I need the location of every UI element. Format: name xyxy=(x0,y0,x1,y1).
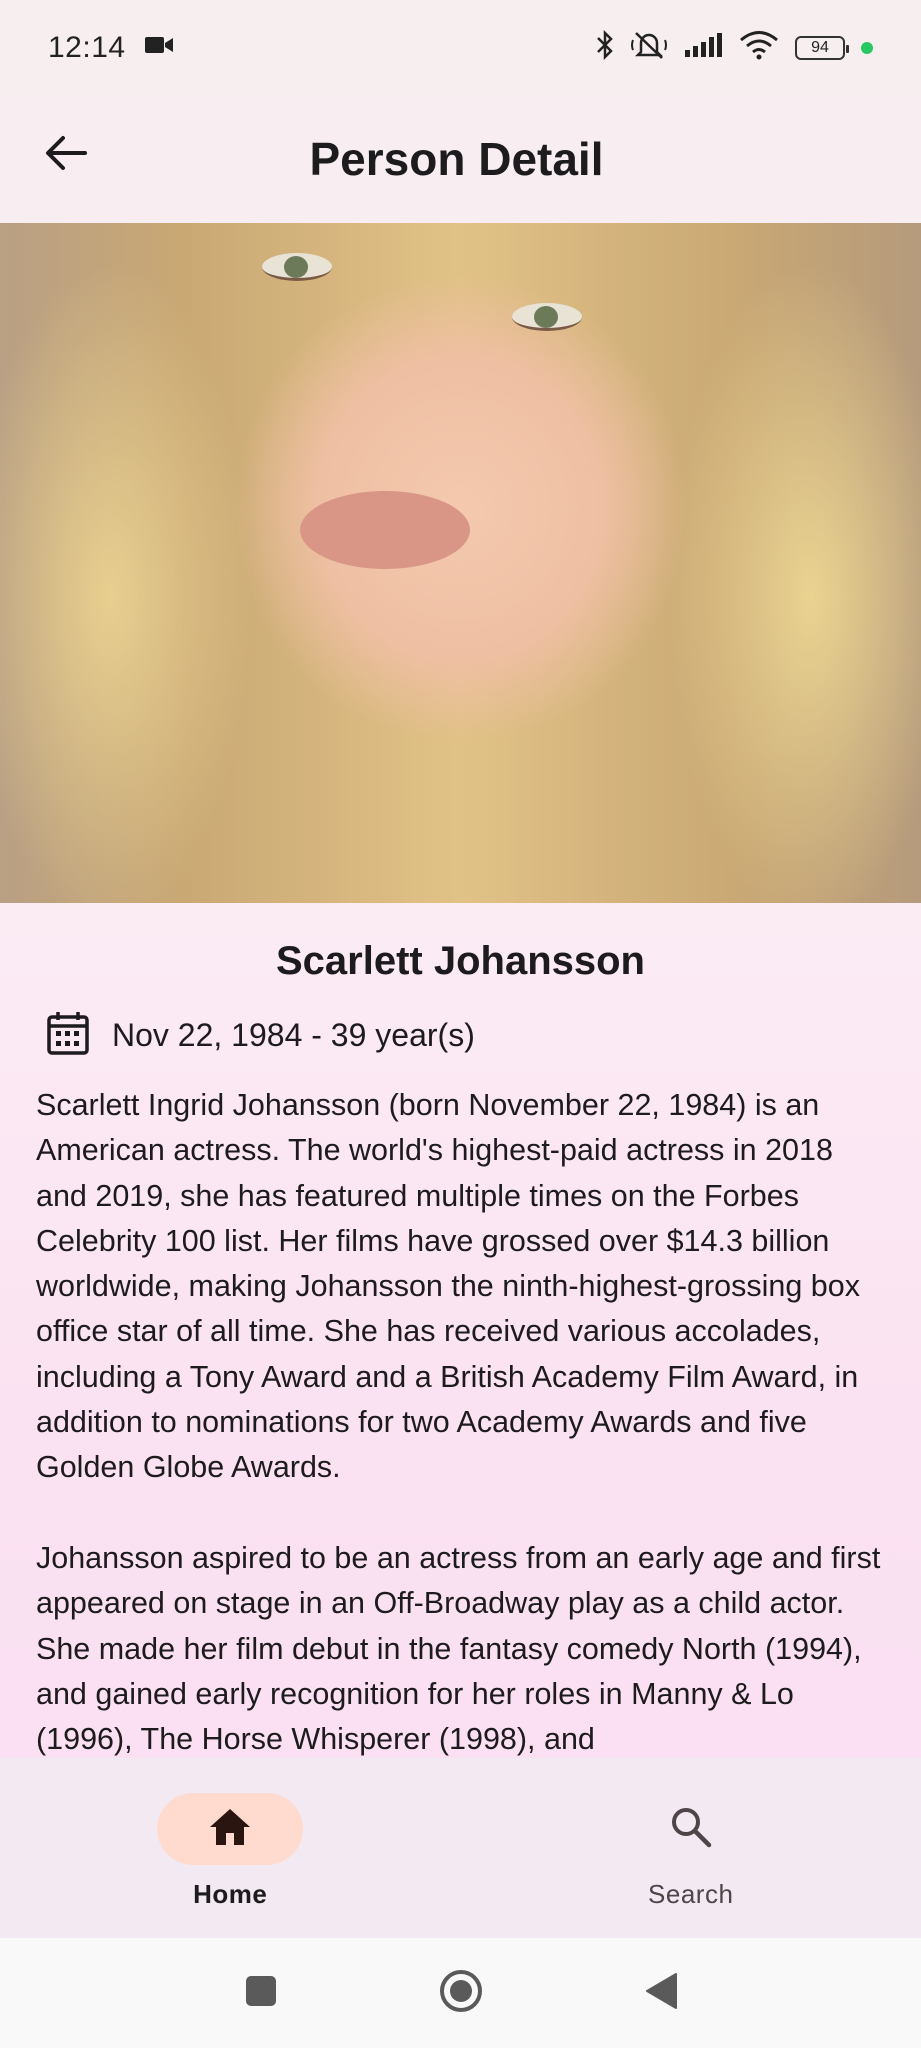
person-photo xyxy=(0,223,921,903)
battery-icon: 94 xyxy=(795,35,849,60)
photo-eye-right xyxy=(512,303,582,331)
privacy-indicator-dot xyxy=(861,41,873,54)
back-button[interactable] xyxy=(36,125,96,185)
wifi-icon xyxy=(739,30,779,65)
nav-indicator-inactive xyxy=(618,1793,764,1865)
person-detail-content[interactable]: Scarlett Johansson Nov 22, 1984 - 39 yea… xyxy=(0,903,921,1758)
photo-eye-left xyxy=(262,253,332,281)
nav-item-search[interactable]: Search xyxy=(461,1758,921,1938)
birth-row: Nov 22, 1984 - 39 year(s) xyxy=(36,1010,885,1061)
recents-button[interactable] xyxy=(236,1968,286,2018)
home-button[interactable] xyxy=(436,1968,486,2018)
home-icon xyxy=(208,1807,252,1852)
nav-label-search: Search xyxy=(648,1879,734,1909)
biography-text: Scarlett Ingrid Johansson (born November… xyxy=(36,1088,881,1757)
mute-icon xyxy=(631,30,667,65)
recents-square-icon xyxy=(244,1974,278,2013)
nav-item-home[interactable]: Home xyxy=(0,1758,461,1938)
bluetooth-icon xyxy=(595,29,615,65)
signal-icon xyxy=(683,32,723,63)
page-title: Person Detail xyxy=(309,133,604,185)
search-icon xyxy=(670,1806,712,1853)
app-bar: Person Detail xyxy=(0,95,921,223)
system-navigation-bar xyxy=(0,1938,921,2048)
status-bar: 12:14 94 xyxy=(0,0,921,95)
home-circle-icon xyxy=(438,1968,484,2019)
back-system-button[interactable] xyxy=(636,1968,686,2018)
nav-active-indicator xyxy=(157,1793,304,1865)
person-name: Scarlett Johansson xyxy=(275,939,645,983)
bottom-navigation: Home Search xyxy=(0,1758,921,1938)
back-triangle-icon xyxy=(644,1972,678,2015)
calendar-icon xyxy=(46,1010,90,1061)
photo-lips xyxy=(300,491,470,569)
battery-level: 94 xyxy=(811,38,829,56)
video-camera-icon xyxy=(144,34,174,61)
status-time: 12:14 xyxy=(48,30,126,64)
nav-label-home: Home xyxy=(193,1879,268,1909)
birth-date-age: Nov 22, 1984 - 39 year(s) xyxy=(112,1017,475,1053)
arrow-left-icon xyxy=(45,135,87,176)
